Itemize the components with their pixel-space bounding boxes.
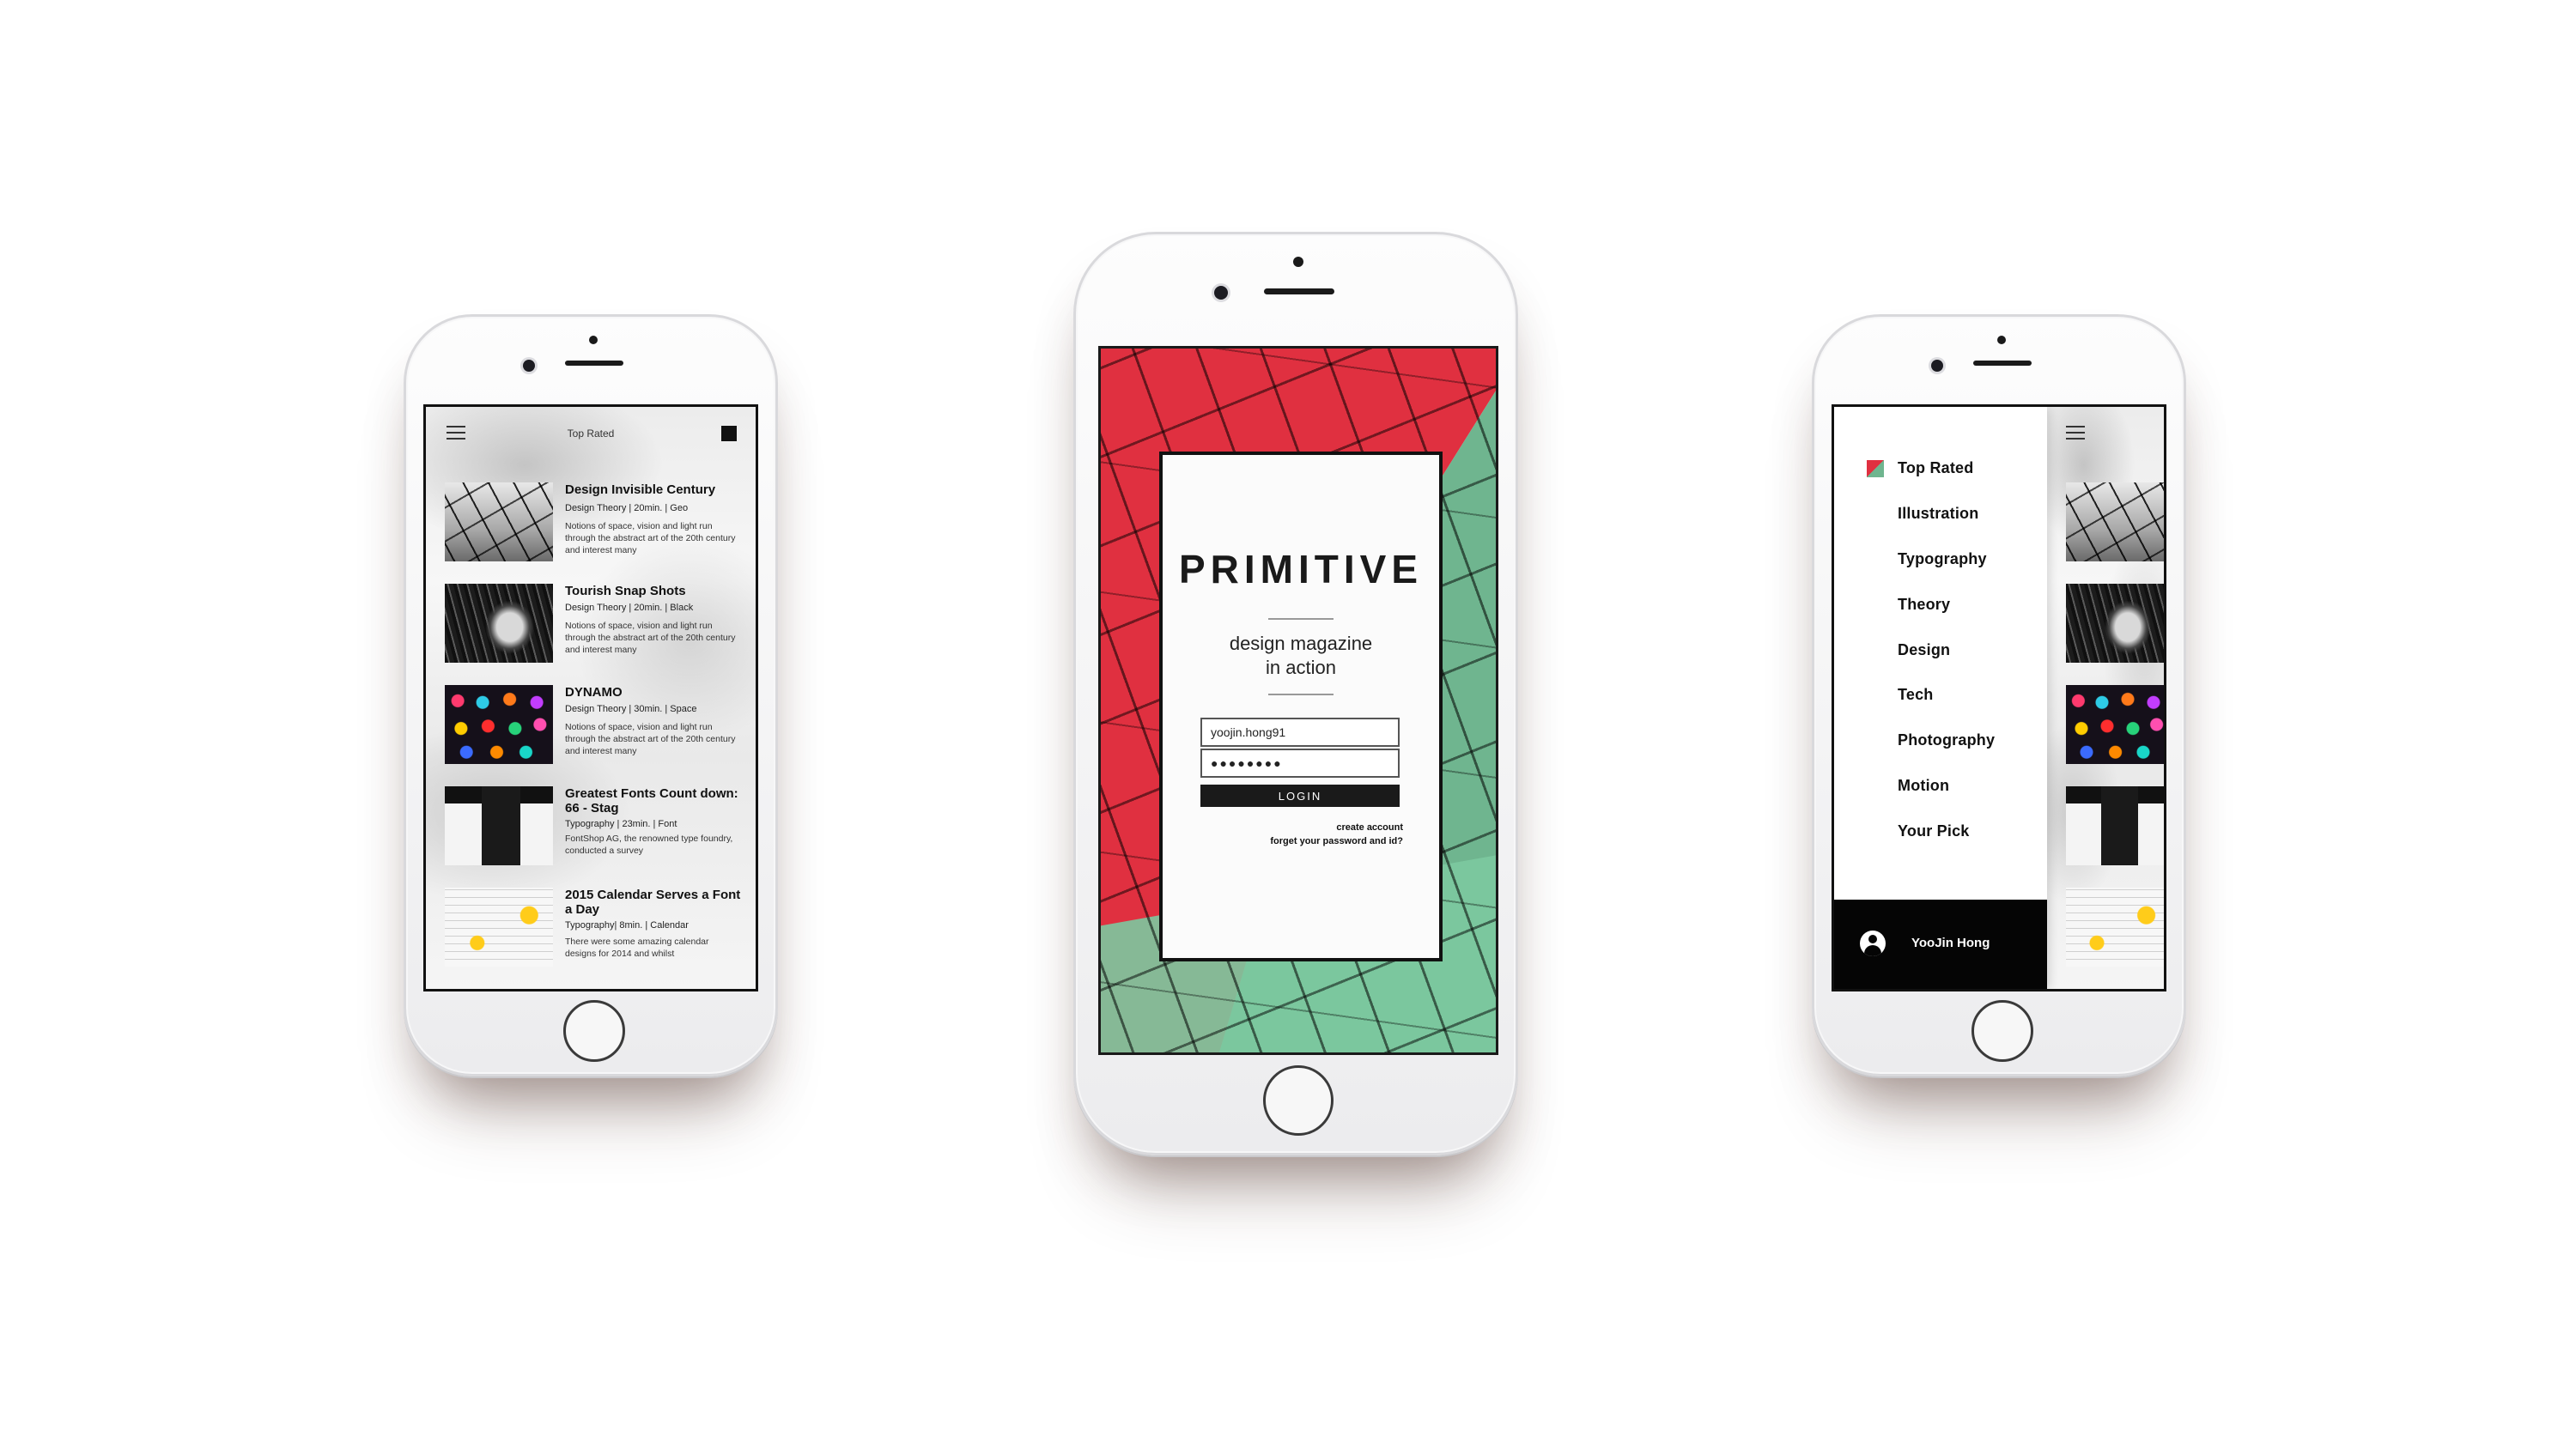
home-button[interactable]	[563, 1000, 625, 1062]
menu-item-your-pick[interactable]: Your Pick	[1898, 822, 1970, 840]
article-item[interactable]: DYNAMO Design Theory | 30min. | Space No…	[445, 685, 744, 774]
article-item[interactable]: 2015 Calendar Serves a Font a Day Typogr…	[445, 888, 744, 977]
article-list-peek[interactable]	[2047, 407, 2164, 989]
article-thumbnail	[445, 685, 553, 764]
menu-item-illustration[interactable]: Illustration	[1898, 505, 1978, 523]
divider	[1268, 694, 1334, 695]
article-desc: Notions of space, vision and light run t…	[565, 521, 736, 555]
tagline-line-2: in action	[1266, 657, 1336, 678]
phone-left: Top Rated Design Invisible Century Desig…	[404, 314, 778, 1076]
proximity-sensor	[1293, 257, 1303, 267]
brand-logo: PRIMITIVE	[1178, 547, 1424, 591]
proximity-sensor	[589, 336, 598, 344]
article-list-screen: Top Rated Design Invisible Century Desig…	[423, 404, 758, 991]
article-title: 2015 Calendar Serves a Font a Day	[565, 888, 741, 917]
article-meta: Typography | 23min. | Font	[565, 819, 677, 829]
earpiece	[1264, 288, 1334, 294]
menu-item-theory[interactable]: Theory	[1898, 596, 1950, 614]
earpiece	[1973, 361, 2032, 366]
article-thumbnail	[2066, 685, 2164, 764]
username-field[interactable]	[1200, 718, 1400, 747]
menu-item-top-rated[interactable]: Top Rated	[1898, 459, 1973, 477]
article-item[interactable]: Tourish Snap Shots Design Theory | 20min…	[445, 584, 744, 673]
article-meta: Design Theory | 20min. | Black	[565, 603, 694, 613]
article-title: DYNAMO	[565, 685, 623, 700]
divider	[1268, 618, 1334, 620]
article-title: Greatest Fonts Count down: 66 - Stag	[565, 786, 738, 816]
article-desc: There were some amazing calendar designs…	[565, 937, 709, 959]
login-screen: PRIMITIVE design magazine in action LOGI…	[1098, 346, 1498, 1055]
menu-item-photography[interactable]: Photography	[1898, 731, 1995, 749]
proximity-sensor	[1997, 336, 2006, 344]
article-thumbnail	[445, 888, 553, 967]
article-thumbnail	[445, 584, 553, 663]
earpiece	[565, 361, 623, 366]
article-title: Tourish Snap Shots	[565, 584, 686, 598]
article-desc: Notions of space, vision and light run t…	[565, 722, 736, 756]
front-camera	[1214, 286, 1228, 300]
menu-item-tech[interactable]: Tech	[1898, 686, 1933, 704]
article-meta: Design Theory | 30min. | Space	[565, 704, 697, 714]
password-field[interactable]	[1200, 749, 1400, 778]
front-camera	[523, 360, 535, 372]
article-thumbnail	[445, 786, 553, 865]
article-desc: Notions of space, vision and light run t…	[565, 621, 736, 655]
article-meta: Design Theory | 20min. | Geo	[565, 503, 689, 513]
create-account-link[interactable]: create account	[1336, 822, 1403, 833]
article-thumbnail	[2066, 482, 2164, 561]
article-desc: FontShop AG, the renowned type foundry, …	[565, 834, 733, 856]
phone-center: PRIMITIVE design magazine in action LOGI…	[1073, 232, 1518, 1155]
article-title: Design Invisible Century	[565, 482, 716, 497]
article-meta: Typography| 8min. | Calendar	[565, 920, 689, 931]
menu-item-design[interactable]: Design	[1898, 641, 1950, 659]
hamburger-menu-icon[interactable]	[2066, 426, 2085, 440]
article-thumbnail	[445, 482, 553, 561]
user-profile-bar[interactable]: YooJin Hong	[1834, 900, 2047, 989]
tagline: design magazine in action	[1163, 632, 1439, 680]
tagline-line-1: design magazine	[1229, 633, 1373, 654]
square-icon[interactable]	[721, 426, 737, 441]
article-thumbnail	[2066, 584, 2164, 663]
side-menu: Top Rated Illustration Typography Theory…	[1834, 407, 2047, 989]
phone-right: Top Rated Illustration Typography Theory…	[1812, 314, 2186, 1076]
page-title: Top Rated	[567, 427, 615, 440]
brand-flag-icon	[1867, 460, 1884, 477]
menu-screen: Top Rated Illustration Typography Theory…	[1832, 404, 2166, 991]
home-button[interactable]	[1971, 1000, 2033, 1062]
user-name: YooJin Hong	[1911, 936, 1990, 950]
article-thumbnail	[2066, 786, 2164, 865]
menu-item-typography[interactable]: Typography	[1898, 550, 1987, 568]
front-camera	[1931, 360, 1943, 372]
forgot-password-link[interactable]: forget your password and id?	[1270, 836, 1403, 846]
article-thumbnail	[2066, 888, 2164, 967]
article-item[interactable]: Design Invisible Century Design Theory |…	[445, 482, 744, 572]
login-button[interactable]: LOGIN	[1200, 785, 1400, 807]
top-bar: Top Rated	[426, 407, 756, 460]
article-item[interactable]: Greatest Fonts Count down: 66 - Stag Typ…	[445, 786, 744, 876]
home-button[interactable]	[1263, 1065, 1334, 1136]
login-card: PRIMITIVE design magazine in action LOGI…	[1159, 452, 1443, 961]
menu-item-motion[interactable]: Motion	[1898, 777, 1949, 795]
user-avatar-icon	[1860, 931, 1886, 956]
